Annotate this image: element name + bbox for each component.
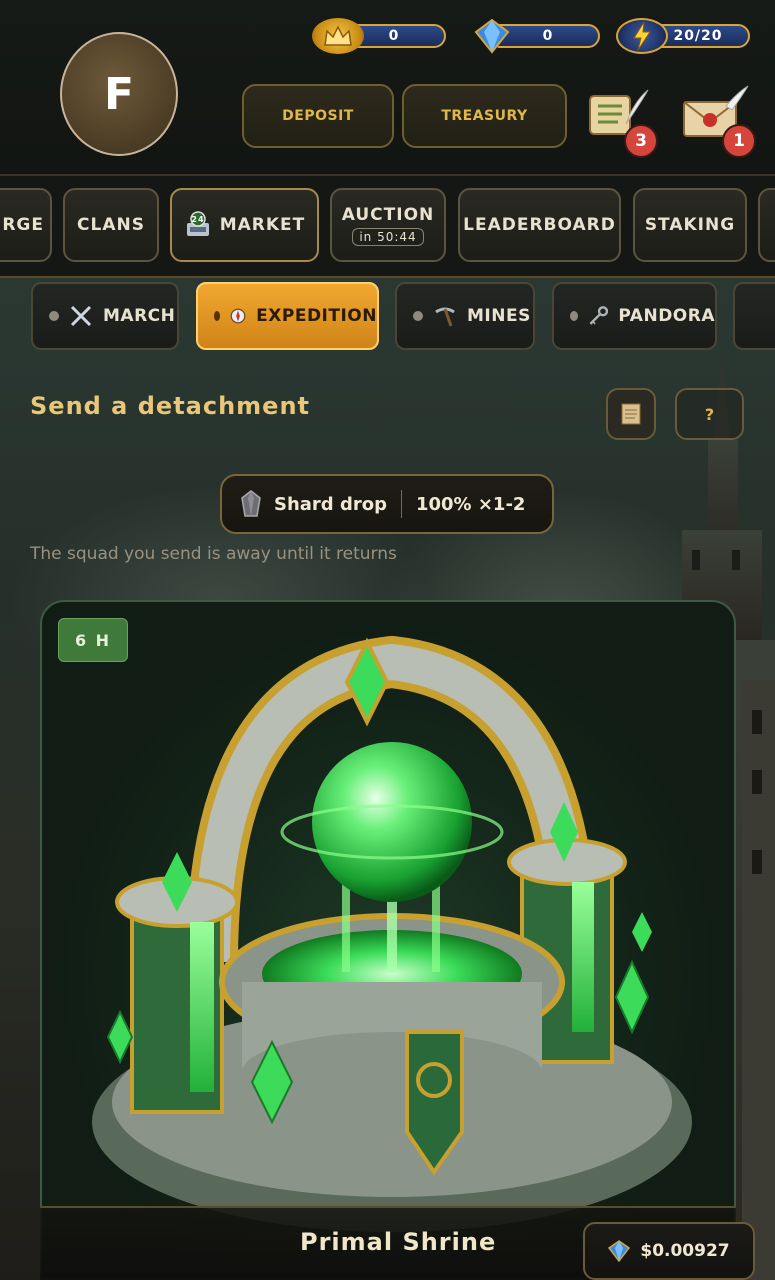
help-button[interactable]: ? bbox=[675, 388, 744, 440]
nav-item-clans[interactable]: CLANS bbox=[63, 188, 159, 262]
treasury-button[interactable]: TREASURY bbox=[402, 84, 567, 148]
mail-badge: 1 bbox=[722, 124, 756, 158]
shard-drop-label: Shard drop bbox=[274, 493, 387, 515]
divider bbox=[400, 490, 402, 518]
crown-resource[interactable]: 0 bbox=[312, 18, 452, 54]
nav-item-label: CLANS bbox=[77, 215, 145, 235]
mail-button[interactable]: 1 bbox=[680, 84, 760, 160]
tab-label: MINES bbox=[467, 306, 531, 326]
log-button[interactable] bbox=[606, 388, 656, 440]
auction-timer: in 50:44 bbox=[352, 227, 424, 246]
nav-item-label: LEADERBOARD bbox=[463, 215, 616, 235]
shard-icon bbox=[241, 490, 261, 517]
nav-item-label: STAKING bbox=[644, 215, 736, 235]
parchment-icon bbox=[621, 403, 641, 425]
nav-item-more[interactable] bbox=[758, 188, 775, 262]
tab-label: MARCH bbox=[103, 306, 176, 326]
shard-drop-info: Shard drop 100% ×1-2 bbox=[220, 474, 554, 534]
tab-march[interactable]: MARCH bbox=[31, 282, 179, 350]
expedition-card[interactable] bbox=[40, 600, 736, 1280]
quests-button[interactable]: 3 bbox=[582, 84, 662, 160]
tab-expedition[interactable]: EXPEDITION bbox=[196, 282, 379, 350]
shard-drop-value: 100% ×1-2 bbox=[415, 493, 526, 515]
deposit-button[interactable]: DEPOSIT bbox=[242, 84, 394, 148]
tab-label: EXPEDITION bbox=[256, 306, 377, 326]
top-header: F 0 0 20/20 DEPOSIT TREASURY 3 1 bbox=[0, 0, 775, 176]
nav-item-forge[interactable]: RGE bbox=[0, 188, 52, 262]
gem-resource[interactable]: 0 bbox=[466, 18, 606, 54]
main-nav: RGE CLANS 24 MARKET AUCTION in 50:44 LEA… bbox=[0, 176, 775, 278]
gem-icon bbox=[466, 18, 518, 54]
shop-icon: 24 bbox=[186, 211, 209, 236]
svg-text:24: 24 bbox=[191, 215, 204, 224]
tab-dot bbox=[570, 311, 578, 321]
nav-item-staking[interactable]: STAKING bbox=[633, 188, 747, 262]
lightning-icon bbox=[616, 18, 668, 54]
tab-mines[interactable]: MINES bbox=[395, 282, 535, 350]
tab-pandora[interactable]: PANDORA bbox=[552, 282, 717, 350]
key-icon bbox=[589, 306, 609, 325]
tab-dot bbox=[413, 311, 423, 321]
pickaxe-icon bbox=[435, 307, 455, 327]
tab-dot bbox=[214, 311, 221, 321]
swords-icon bbox=[70, 305, 92, 327]
tab-label: PANDORA bbox=[618, 306, 715, 326]
shrine-illustration bbox=[92, 635, 692, 1232]
crown-icon bbox=[312, 18, 364, 54]
gem-icon bbox=[608, 1240, 631, 1262]
price-button[interactable]: $0.00927 bbox=[583, 1222, 755, 1280]
nav-item-leaderboard[interactable]: LEADERBOARD bbox=[458, 188, 621, 262]
tab-more[interactable] bbox=[733, 282, 775, 350]
squad-note: The squad you send is away until it retu… bbox=[30, 544, 397, 564]
duration-badge: 6 H bbox=[58, 618, 128, 662]
nav-item-label: AUCTION bbox=[341, 204, 435, 225]
nav-item-label: RGE bbox=[2, 215, 44, 235]
compass-icon bbox=[230, 308, 246, 324]
price-value: $0.00927 bbox=[640, 1241, 730, 1261]
nav-item-label: MARKET bbox=[219, 215, 306, 235]
nav-item-market[interactable]: 24 MARKET bbox=[170, 188, 319, 262]
quests-badge: 3 bbox=[624, 124, 658, 158]
section-title: Send a detachment bbox=[30, 392, 311, 420]
location-name: Primal Shrine bbox=[300, 1228, 497, 1256]
avatar[interactable]: F bbox=[60, 32, 178, 156]
nav-item-auction[interactable]: AUCTION in 50:44 bbox=[330, 188, 446, 262]
energy-resource[interactable]: 20/20 bbox=[616, 18, 756, 54]
tab-dot bbox=[49, 311, 59, 321]
